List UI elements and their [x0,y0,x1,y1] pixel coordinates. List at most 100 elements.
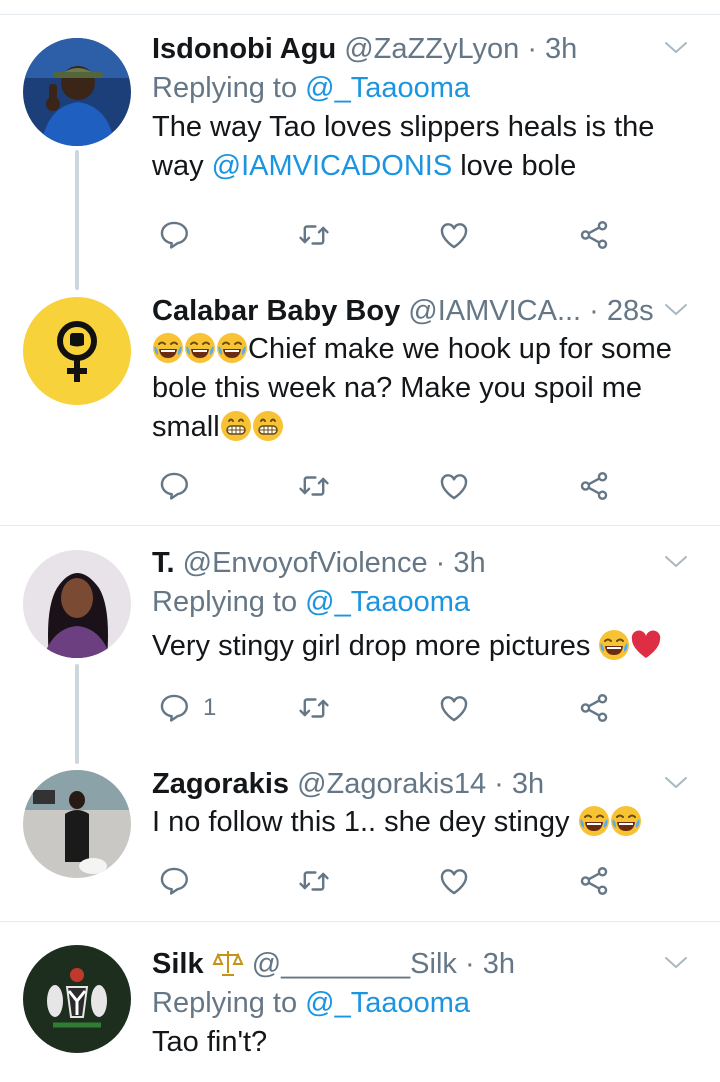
avatar[interactable] [23,945,131,1053]
retweet-icon [297,864,331,898]
share-button[interactable] [577,861,611,901]
timestamp[interactable]: 3h [545,33,577,65]
tweet-header: Calabar Baby Boy @IAMVICA... · 28s [152,292,690,330]
grin-emoji [252,410,284,442]
tweet-text-part: Very stingy girl drop more pictures [152,630,599,662]
chevron-down-icon[interactable] [664,300,688,320]
like-icon [437,691,471,725]
display-name[interactable]: Isdonobi Agu [152,33,336,65]
reply-button[interactable] [157,466,203,506]
user-handle[interactable]: @________Silk [252,948,457,980]
separator-dot: · [427,547,454,579]
joy-emoji [152,332,184,364]
joy-emoji [578,805,610,837]
user-handle[interactable]: @EnvoyofViolence [183,547,428,579]
chevron-down-icon[interactable] [664,773,688,793]
separator-dot: · [486,768,512,800]
thread-line [75,150,79,290]
share-icon [577,864,611,898]
tweet-text: Tao fin't? [152,1023,690,1062]
retweet-button[interactable] [297,861,331,901]
divider [0,525,720,526]
user-handle[interactable]: @Zagorakis14 [297,768,486,800]
display-name[interactable]: Calabar Baby Boy [152,295,400,327]
like-button[interactable] [437,215,471,255]
joy-emoji [184,332,216,364]
reply-icon [157,218,191,252]
timestamp[interactable]: 3h [483,948,515,980]
replying-to-mention[interactable]: @_Taaooma [305,987,470,1019]
tweet-mention[interactable]: @IAMVICADONIS [212,150,453,182]
tweet-actions [152,215,632,255]
retweet-icon [297,469,331,503]
tweet-text: I no follow this 1.. she dey stingy [152,803,690,842]
retweet-button[interactable] [297,688,331,728]
separator-dot: · [581,295,607,327]
replying-to-label: Replying to [152,586,306,618]
tweet-actions: 1 [152,688,632,728]
timestamp[interactable]: 3h [453,547,485,579]
chevron-down-icon[interactable] [664,552,688,572]
share-button[interactable] [577,215,611,255]
chevron-down-icon[interactable] [664,38,688,58]
reply-button[interactable] [157,861,203,901]
reply-count: 1 [203,694,217,721]
retweet-icon [297,218,331,252]
avatar[interactable] [23,770,131,878]
replying-to: Replying to @_Taaooma [152,68,690,108]
avatar[interactable] [23,297,131,405]
share-icon [577,469,611,503]
divider [0,921,720,922]
retweet-icon [297,691,331,725]
grin-emoji [220,410,252,442]
avatar[interactable] [23,550,131,658]
replying-to: Replying to @_Taaooma [152,983,690,1023]
display-name[interactable]: Zagorakis [152,768,289,800]
share-icon [577,691,611,725]
separator-dot: · [519,33,546,65]
replying-to-label: Replying to [152,72,306,104]
share-icon [577,218,611,252]
tweet-text: The way Tao loves slippers heals is the … [152,108,690,186]
retweet-button[interactable] [297,215,331,255]
tweet-header: Isdonobi Agu @ZaZZyLyon · 3h [152,30,690,68]
tweet-actions [152,466,632,506]
display-name[interactable]: T. [152,547,175,579]
tweet-header: Silk @________Silk · 3h [152,945,690,983]
chevron-down-icon[interactable] [664,953,688,973]
joy-emoji [598,629,630,661]
like-icon [437,864,471,898]
reply-icon [157,864,191,898]
timestamp[interactable]: 28s [607,295,654,327]
reply-icon [157,469,191,503]
like-button[interactable] [437,688,471,728]
tweet-header: T. @EnvoyofViolence · 3h [152,544,690,582]
reply-button[interactable] [157,215,203,255]
tweet-text: Chief make we hook up for some bole this… [152,330,690,447]
top-divider [0,0,720,15]
timestamp[interactable]: 3h [512,768,544,800]
avatar[interactable] [23,38,131,146]
reply-icon [157,691,191,725]
like-button[interactable] [437,466,471,506]
tweet-text-part: Tao fin't? [152,1026,268,1058]
reply-button[interactable]: 1 [157,688,216,728]
replying-to-mention[interactable]: @_Taaooma [305,586,470,618]
like-button[interactable] [437,861,471,901]
share-button[interactable] [577,466,611,506]
retweet-button[interactable] [297,466,331,506]
user-handle[interactable]: @ZaZZyLyon [344,33,519,65]
thread-line [75,664,79,764]
share-button[interactable] [577,688,611,728]
like-icon [437,218,471,252]
like-icon [437,469,471,503]
red-heart-emoji [630,629,662,661]
tweet-text-part: love bole [452,150,577,182]
display-name[interactable]: Silk [152,948,204,980]
replying-to: Replying to @_Taaooma [152,582,690,622]
replying-to-mention[interactable]: @_Taaooma [305,72,470,104]
joy-emoji [610,805,642,837]
joy-emoji [216,332,248,364]
user-handle[interactable]: @IAMVICA... [408,295,581,327]
tweet-text-part: I no follow this 1.. she dey stingy [152,806,578,838]
